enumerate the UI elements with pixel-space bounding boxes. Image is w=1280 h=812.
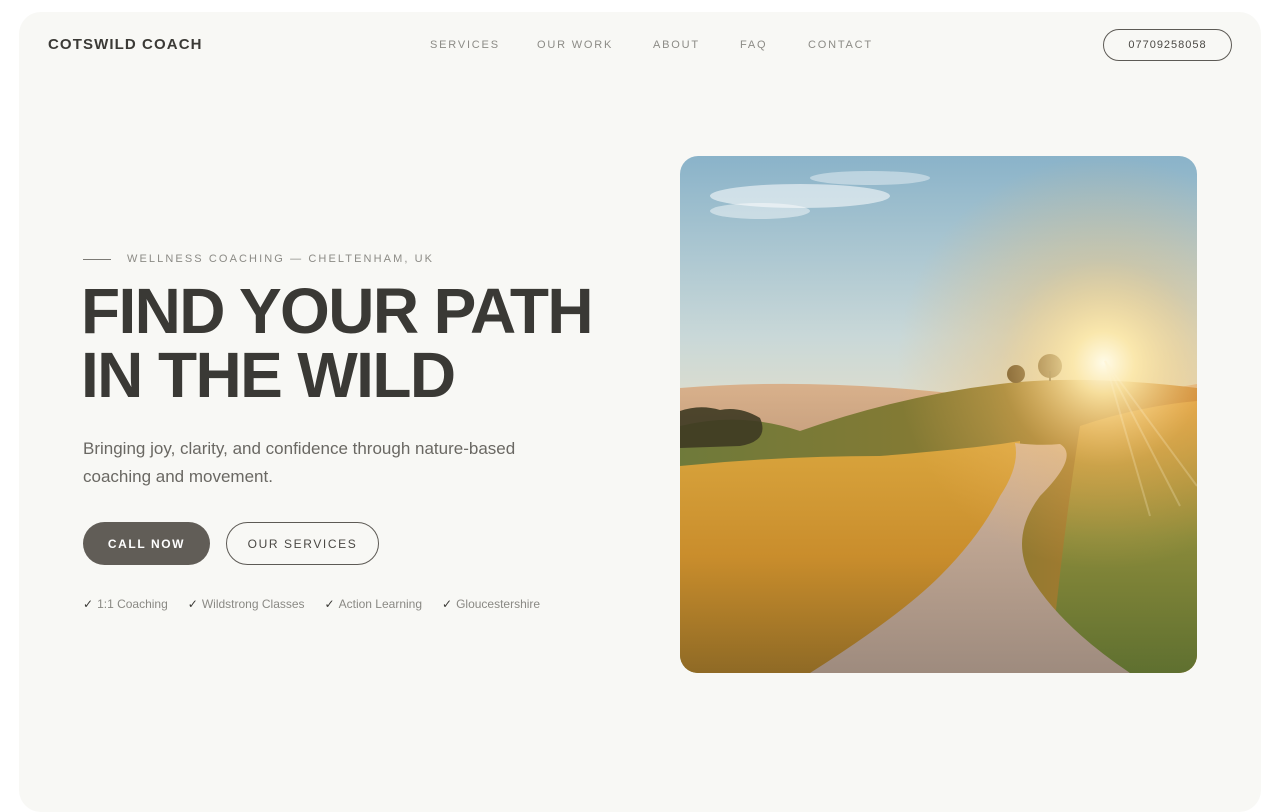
hero-lead: Bringing joy, clarity, and confidence th… xyxy=(83,439,516,486)
feature-item: ✓ Gloucestershire xyxy=(442,597,540,611)
feature-label: Wildstrong Classes xyxy=(201,597,305,611)
headline-line-1: FIND YOUR PATH xyxy=(81,275,594,347)
call-now-button[interactable]: CALL NOW xyxy=(83,522,210,565)
feature-item: ✓ Wildstrong Classes xyxy=(188,597,305,611)
check-icon: ✓ xyxy=(187,597,198,611)
our-services-button[interactable]: OUR SERVICES xyxy=(226,522,379,565)
eyebrow-divider xyxy=(83,258,111,260)
check-icon: ✓ xyxy=(324,597,335,611)
hero-eyebrow: WELLNESS COACHING — CHELTENHAM, UK xyxy=(83,253,434,265)
feature-list: ✓ 1:1 Coaching ✓ Wildstrong Classes ✓ Ac… xyxy=(83,597,540,611)
feature-label: 1:1 Coaching xyxy=(97,597,168,611)
check-icon: ✓ xyxy=(442,597,453,611)
nav-item-about[interactable]: ABOUT xyxy=(653,39,700,51)
feature-label: Action Learning xyxy=(338,597,422,611)
phone-button[interactable]: 07709258058 xyxy=(1103,29,1232,61)
feature-item: ✓ Action Learning xyxy=(325,597,422,611)
feature-label: Gloucestershire xyxy=(456,597,541,611)
nav-item-our-work[interactable]: OUR WORK xyxy=(537,39,613,51)
nav-item-contact[interactable]: CONTACT xyxy=(808,39,873,51)
feature-item: ✓ 1:1 Coaching xyxy=(83,597,168,611)
eyebrow-text: WELLNESS COACHING — CHELTENHAM, UK xyxy=(127,253,435,265)
nav-item-services[interactable]: SERVICES xyxy=(430,39,500,51)
hero-headline: FIND YOUR PATH IN THE WILD xyxy=(81,279,641,407)
hero-image xyxy=(680,156,1197,673)
headline-line-2: IN THE WILD xyxy=(81,339,456,411)
main-nav: SERVICES OUR WORK ABOUT FAQ CONTACT xyxy=(0,39,1280,53)
nav-item-faq[interactable]: FAQ xyxy=(740,39,767,51)
landscape-illustration xyxy=(680,156,1197,673)
check-icon: ✓ xyxy=(83,597,94,611)
